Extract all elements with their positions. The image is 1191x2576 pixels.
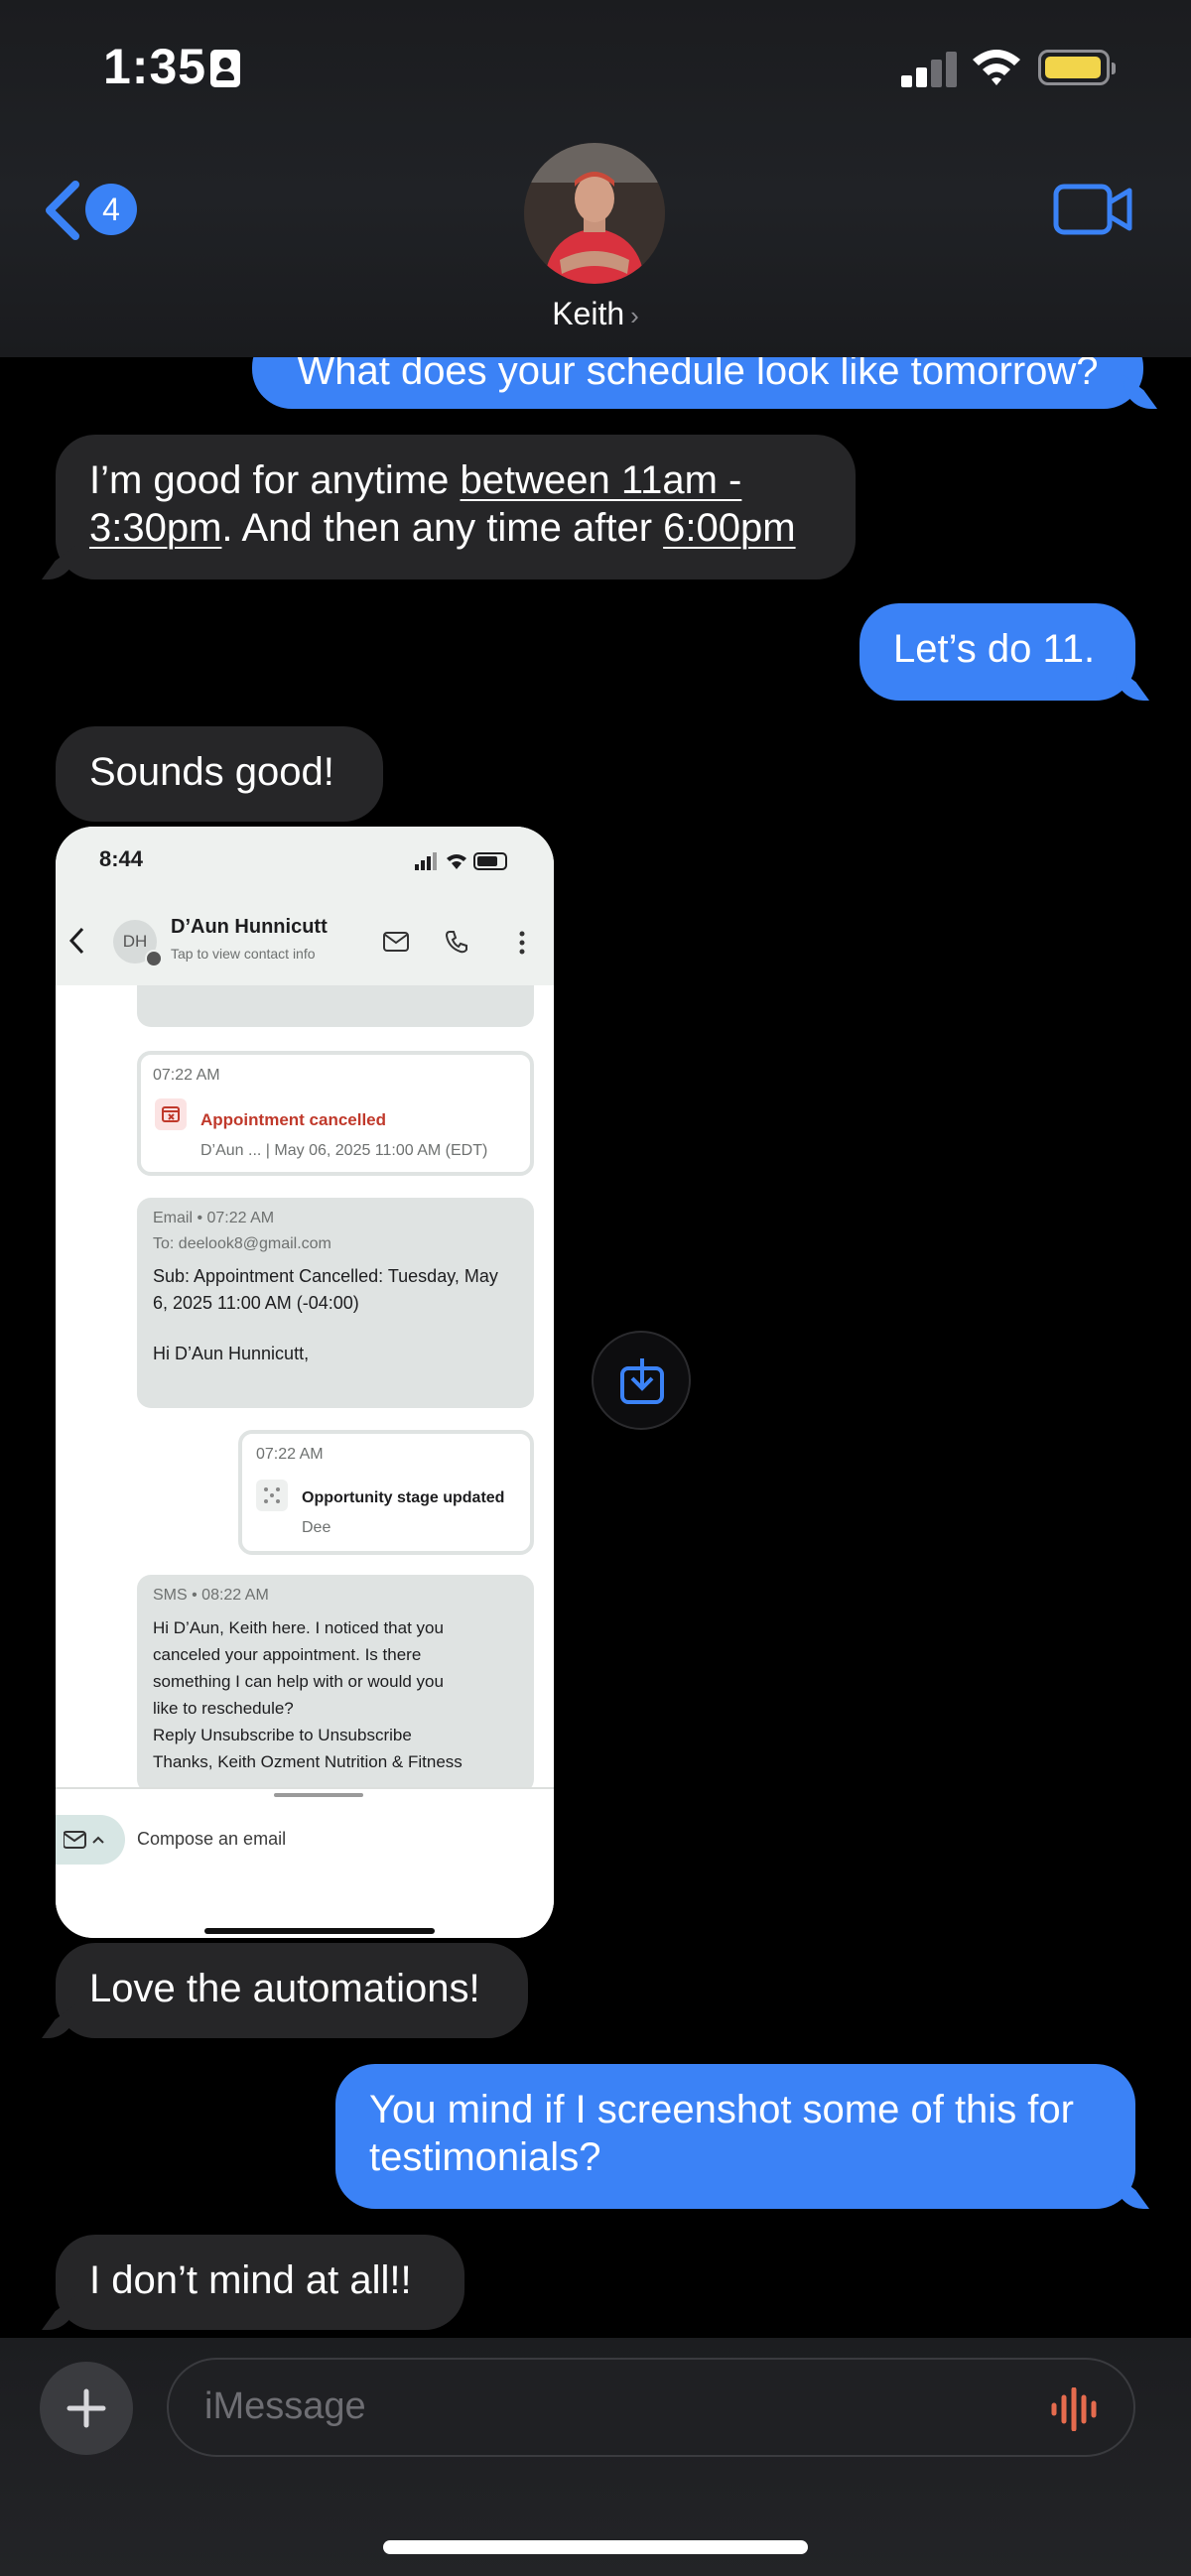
- message-sent-screenshot-request[interactable]: You mind if I screenshot some of this fo…: [335, 2064, 1135, 2209]
- back-arrow-icon: [68, 927, 84, 955]
- more-icon: [519, 931, 525, 955]
- avatar-photo-icon: [524, 143, 665, 284]
- back-chevron-icon[interactable]: [42, 179, 85, 242]
- email-channel-toggle: [56, 1815, 125, 1865]
- screenshot-time: 8:44: [99, 846, 144, 871]
- unread-count-badge[interactable]: 4: [85, 184, 137, 235]
- plus-icon: [66, 2388, 106, 2428]
- home-indicator: [204, 1928, 435, 1934]
- time-link-330pm[interactable]: 3:30pm: [89, 506, 221, 550]
- compose-placeholder: Compose an email: [137, 1829, 287, 1849]
- battery-icon: [1038, 50, 1116, 85]
- phone-icon: [445, 931, 467, 954]
- calendar-cancel-icon: [155, 1098, 187, 1130]
- apps-plus-button[interactable]: [40, 2362, 133, 2455]
- appointment-cancelled-card: 07:22 AM Appointment cancelled D’Aun ...…: [137, 1051, 534, 1176]
- screenshot-contact-sub: Tap to view contact info: [171, 946, 316, 962]
- email-subject: Sub: Appointment Cancelled: Tuesday, May…: [153, 1266, 498, 1313]
- home-indicator: [383, 2540, 808, 2554]
- card-title: Opportunity stage updated: [302, 1489, 505, 1506]
- chevron-right-icon: ›: [630, 301, 639, 330]
- imessage-input[interactable]: iMessage: [167, 2358, 1135, 2457]
- time-link-6pm[interactable]: 6:00pm: [663, 506, 795, 550]
- sms-meta: SMS • 08:22 AM: [153, 1587, 269, 1604]
- time-link-11am[interactable]: between 11am -: [461, 458, 742, 502]
- sms-body: Hi D’Aun, Keith here. I noticed that you…: [153, 1618, 463, 1771]
- contact-name-button[interactable]: Keith ›: [0, 296, 1191, 332]
- screenshot-thread: 07:22 AM Appointment cancelled D’Aun ...…: [56, 985, 554, 1793]
- wifi-icon: [973, 50, 1020, 85]
- card-title: Appointment cancelled: [200, 1110, 387, 1129]
- message-received-dont-mind[interactable]: I don’t mind at all!!: [56, 2235, 464, 2330]
- email-meta: Email • 07:22 AM: [153, 1210, 275, 1226]
- facetime-video-icon[interactable]: [1052, 181, 1133, 238]
- imessage-placeholder: iMessage: [204, 2385, 366, 2427]
- save-image-button[interactable]: [592, 1331, 691, 1430]
- message-text: You mind if I screenshot some of this fo…: [369, 2088, 1074, 2179]
- drag-handle: [274, 1793, 363, 1797]
- compose-area: Compose an email: [56, 1787, 554, 1938]
- opportunity-card: 07:22 AM Opportunity stage updated Dee: [238, 1430, 534, 1555]
- message-text: I don’t mind at all!!: [89, 2258, 412, 2302]
- pipeline-icon: [256, 1480, 288, 1511]
- message-text: . And then any time after: [221, 506, 664, 550]
- card-detail: Dee: [302, 1519, 331, 1536]
- status-time: 1:35: [103, 39, 207, 94]
- message-received-love-automations[interactable]: Love the automations!: [56, 1943, 528, 2038]
- message-text: Sounds good!: [89, 750, 334, 794]
- card-time: 07:22 AM: [256, 1446, 324, 1463]
- audio-waveform-icon[interactable]: [1050, 2387, 1104, 2431]
- card-detail: D’Aun ... | May 06, 2025 11:00 AM (EDT): [200, 1142, 488, 1159]
- mail-chevron-icon: [64, 1831, 104, 1849]
- download-icon: [620, 1358, 664, 1404]
- message-text: Let’s do 11.: [893, 627, 1096, 671]
- conversation-header: 1:35 4 Keith ›: [0, 0, 1191, 357]
- message-text: I’m good for anytime: [89, 458, 461, 502]
- email-to: To: deelook8@gmail.com: [153, 1235, 331, 1252]
- sms-card: SMS • 08:22 AM Hi D’Aun, Keith here. I n…: [137, 1575, 534, 1793]
- screenshot-contact-name: D’Aun Hunnicutt: [171, 916, 328, 938]
- card-time: 07:22 AM: [153, 1067, 220, 1084]
- screenshot-status-bar: 8:44: [56, 827, 554, 896]
- mail-icon: [383, 932, 409, 952]
- message-received-availability[interactable]: I’m good for anytime between 11am - 3:30…: [56, 435, 856, 580]
- previous-message: [137, 985, 534, 1027]
- contact-avatar[interactable]: [524, 143, 665, 284]
- screenshot-contact-header: DH D’Aun Hunnicutt Tap to view contact i…: [56, 896, 554, 986]
- message-received-sounds-good[interactable]: Sounds good!: [56, 726, 383, 822]
- contact-name: Keith: [552, 296, 625, 331]
- shared-screenshot-image[interactable]: 8:44 DH D’Aun Hunnicutt Tap to view cont…: [56, 827, 554, 1938]
- email-card: Email • 07:22 AM To: deelook8@gmail.com …: [137, 1198, 534, 1408]
- contact-card-icon: [210, 50, 240, 87]
- cellular-signal-icon: [901, 52, 961, 87]
- screenshot-status-icons: [415, 852, 507, 870]
- message-text: Love the automations!: [89, 1967, 480, 2010]
- email-greeting: Hi D’Aun Hunnicutt,: [153, 1344, 310, 1363]
- message-sent-lets-do-11[interactable]: Let’s do 11.: [860, 603, 1135, 701]
- status-dot-icon: [145, 950, 163, 967]
